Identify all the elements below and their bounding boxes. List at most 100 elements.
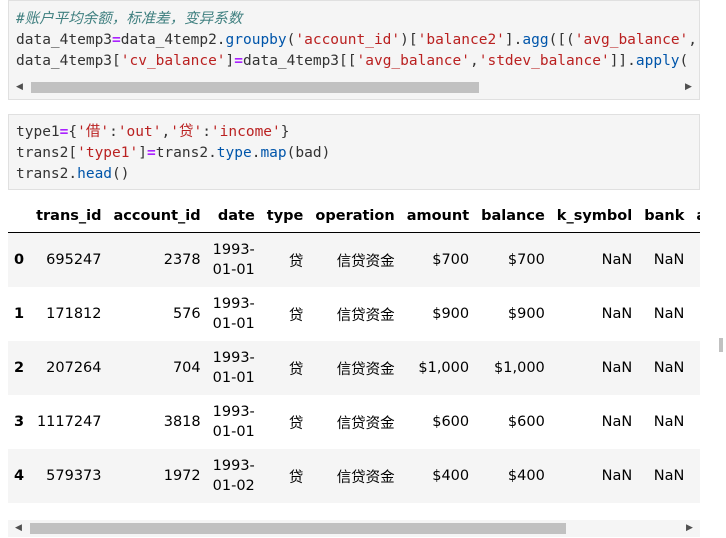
cell-date: 1993- 01-01 xyxy=(206,232,261,287)
code-token: = xyxy=(146,145,156,161)
horizontal-scrollbar[interactable]: ◀ ▶ xyxy=(9,79,699,96)
code-token: 'out' xyxy=(117,124,162,140)
scroll-left-arrow-icon[interactable]: ◀ xyxy=(10,520,27,537)
code-editor[interactable]: type1={'借':'out','贷':'income'} trans2['ty… xyxy=(16,122,330,185)
code-token: map xyxy=(260,145,287,161)
code-token: () xyxy=(112,166,130,182)
cell-type: 贷 xyxy=(260,232,310,287)
column-header-type: type xyxy=(260,200,310,233)
cell-operation: 信贷资金 xyxy=(309,449,401,503)
code-token: type xyxy=(216,145,252,161)
row-index: 2 xyxy=(8,341,31,395)
cell-trans-id: 579373 xyxy=(30,449,108,503)
index-header xyxy=(8,200,31,233)
code-token: , xyxy=(161,124,171,140)
row-index: 4 xyxy=(8,449,31,503)
code-line: data_4temp3=data_4temp2.groupby('account… xyxy=(16,30,697,51)
code-token: )[ xyxy=(400,32,418,48)
code-token: ( xyxy=(679,53,689,69)
code-token: data_4temp3[ xyxy=(16,53,121,69)
code-token: : xyxy=(109,124,118,140)
code-token: } xyxy=(280,124,290,140)
column-header-account-id: account_id xyxy=(107,200,207,233)
code-token: ] xyxy=(225,53,235,69)
code-token: agg xyxy=(522,32,549,48)
code-editor[interactable]: #账户平均余额，标准差，变异系数 data_4temp3=data_4temp2.… xyxy=(16,9,697,72)
dataframe-output: trans_id account_id date type operation amoun… xyxy=(8,200,700,520)
table-row: 1 171812 576 1993- 01-01 贷 信贷资金 $900 $900 NaN NaN N… xyxy=(8,287,700,341)
cell-date: 1993- 01-01 xyxy=(207,287,261,341)
code-token: 'avg_balance' xyxy=(356,53,471,69)
cell-k-symbol: NaN xyxy=(550,449,639,503)
scrollbar-thumb[interactable] xyxy=(719,338,723,352)
code-token: ] xyxy=(138,145,147,161)
code-token: ]. xyxy=(504,32,523,48)
cell-k-symbol: NaN xyxy=(550,232,639,287)
code-token: 'account_id' xyxy=(295,32,401,48)
table-row: 4 579373 1972 1993- 01-02 贷信贷资金 $400 $400 NaN NaN… xyxy=(8,449,700,503)
code-token: trans2[ xyxy=(16,145,78,161)
cell-balance: $1,000 xyxy=(475,341,551,395)
code-cell-map-type[interactable]: type1={'借':'out','贷':'income'} trans2['ty… xyxy=(8,114,700,190)
scrollbar-thumb[interactable] xyxy=(30,523,566,534)
cell-type: 贷 xyxy=(260,341,310,395)
code-token: '借' xyxy=(77,124,110,140)
cell-date: 1993- 01-01 xyxy=(207,395,261,449)
code-token: trans2. xyxy=(155,145,217,161)
cell-date: 1993- 01-01 xyxy=(206,341,261,395)
cell-bank: NaN xyxy=(638,449,691,503)
scroll-right-arrow-icon[interactable]: ▶ xyxy=(681,520,698,537)
code-token: groupby xyxy=(225,32,287,48)
cell-balance: $400 xyxy=(475,449,551,503)
column-header-date: date xyxy=(206,200,261,233)
column-header-operation: operation xyxy=(309,200,401,233)
output-horizontal-scrollbar[interactable]: ◀ ▶ xyxy=(8,520,700,537)
code-line: type1={'借':'out','贷':'income'} xyxy=(16,122,330,143)
date-part: 1993- xyxy=(212,350,255,366)
cell-amount: $1,000 xyxy=(400,341,476,395)
code-token: '贷' xyxy=(170,124,203,140)
scroll-right-arrow-icon[interactable]: ▶ xyxy=(680,79,697,96)
code-line: trans2.head() xyxy=(16,164,330,185)
code-line: trans2['type1']=trans2.type.map(bad) xyxy=(16,143,330,164)
code-token: apply xyxy=(635,53,680,69)
scrollbar-thumb[interactable] xyxy=(31,82,479,93)
cell-operation: 信贷资金 xyxy=(336,307,395,324)
cell-bank: NaN xyxy=(638,232,691,287)
code-token: : xyxy=(202,124,211,140)
code-token: 'stdev_balance' xyxy=(478,53,610,69)
cell-bank: NaN xyxy=(638,341,691,395)
code-token: 'avg_balance' xyxy=(574,32,689,48)
cell-k-symbol: NaN xyxy=(601,414,633,430)
date-part: 01-01 xyxy=(212,370,255,386)
code-token: #账户平均余额，标准差，变异系数 xyxy=(16,11,243,27)
code-token: 'balance2' xyxy=(417,32,505,48)
column-header-account: account xyxy=(690,200,700,233)
code-cell-agg[interactable]: #账户平均余额，标准差，变异系数 data_4temp3=data_4temp2.… xyxy=(8,0,700,100)
code-token: (bad) xyxy=(286,145,331,161)
cell-balance: $900 xyxy=(507,306,545,322)
code-token: ([( xyxy=(548,32,575,48)
column-header-k-symbol: k_symbol xyxy=(550,200,639,233)
column-header-amount: amount xyxy=(400,200,476,233)
page-vertical-scrollbar[interactable] xyxy=(716,0,726,538)
column-header-balance: balance xyxy=(475,200,551,233)
cell-account-id: 3818 xyxy=(163,414,201,430)
code-token: , xyxy=(470,53,479,69)
date-part: 1993- xyxy=(212,458,255,474)
date-part: 01-01 xyxy=(212,316,255,332)
cell-account-id: 576 xyxy=(172,306,201,322)
cell-account: NaN xyxy=(690,232,700,287)
table-row: 3 1117247 3818 1993- 01-01 贷 信贷资金 $600 $600 NaN Na… xyxy=(8,395,700,449)
code-token: trans2. xyxy=(16,166,78,182)
code-token: data_4temp3[[ xyxy=(243,53,357,69)
cell-account-id: 704 xyxy=(107,341,207,395)
dataframe-table: trans_id account_id date type operation amoun… xyxy=(8,200,700,503)
cell-balance: $700 xyxy=(475,232,551,287)
cell-trans-id: 207264 xyxy=(30,341,108,395)
cell-account-id: 1972 xyxy=(107,449,207,503)
scroll-left-arrow-icon[interactable]: ◀ xyxy=(11,79,28,96)
code-token: { xyxy=(68,124,78,140)
code-token: data_4temp2. xyxy=(120,32,226,48)
code-token: 'income' xyxy=(210,124,281,140)
